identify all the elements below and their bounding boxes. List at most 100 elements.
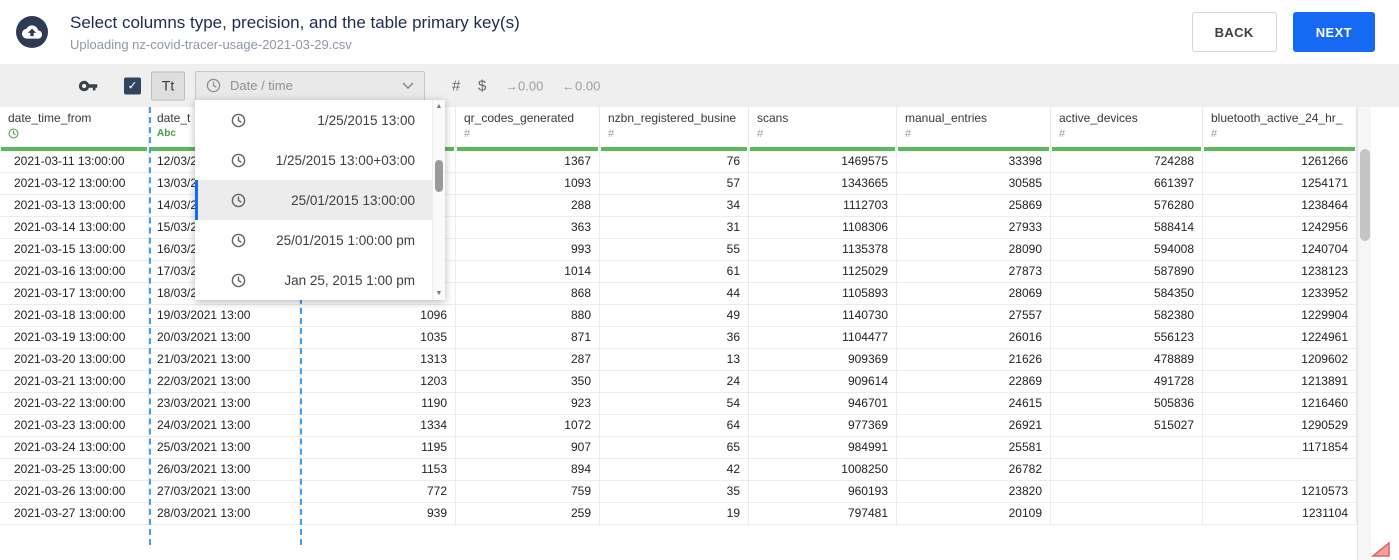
table-cell[interactable]: 871 [456, 327, 600, 349]
table-cell[interactable]: 1096 [300, 305, 456, 327]
table-cell[interactable]: 54 [600, 393, 749, 415]
column-header-bluetooth_active_24_hr_[interactable]: bluetooth_active_24_hr_ # [1203, 107, 1357, 151]
currency-type-button[interactable]: $ [478, 77, 486, 94]
table-cell[interactable]: 1242956 [1203, 217, 1357, 239]
table-cell[interactable]: 23/03/2021 13:00 [149, 393, 300, 415]
table-cell[interactable]: 49 [600, 305, 749, 327]
table-cell[interactable]: 478889 [1051, 349, 1203, 371]
table-cell[interactable]: 2021-03-14 13:00:00 [0, 217, 149, 239]
table-cell[interactable]: 1203 [300, 371, 456, 393]
vertical-scrollbar[interactable] [1357, 107, 1371, 560]
date-format-option[interactable]: 1/25/2015 13:00+03:00 [195, 140, 445, 180]
table-cell[interactable]: 21626 [897, 349, 1051, 371]
table-cell[interactable]: 13 [600, 349, 749, 371]
table-cell[interactable] [1051, 459, 1203, 481]
table-cell[interactable]: 797481 [749, 503, 897, 525]
column-header-qr_codes_generated[interactable]: qr_codes_generated # [456, 107, 600, 151]
table-cell[interactable]: 2021-03-23 13:00:00 [0, 415, 149, 437]
table-cell[interactable]: 923 [456, 393, 600, 415]
table-cell[interactable]: 939 [300, 503, 456, 525]
table-cell[interactable]: 1238123 [1203, 261, 1357, 283]
table-cell[interactable]: 288 [456, 195, 600, 217]
table-cell[interactable]: 868 [456, 283, 600, 305]
table-cell[interactable]: 31 [600, 217, 749, 239]
table-cell[interactable]: 984991 [749, 437, 897, 459]
table-cell[interactable]: 894 [456, 459, 600, 481]
table-cell[interactable] [1051, 503, 1203, 525]
table-cell[interactable]: 363 [456, 217, 600, 239]
table-cell[interactable]: 2021-03-26 13:00:00 [0, 481, 149, 503]
table-cell[interactable]: 34 [600, 195, 749, 217]
table-cell[interactable]: 1104477 [749, 327, 897, 349]
table-cell[interactable]: 2021-03-12 13:00:00 [0, 173, 149, 195]
table-cell[interactable]: 57 [600, 173, 749, 195]
table-cell[interactable]: 22/03/2021 13:00 [149, 371, 300, 393]
column-enabled-checkbox[interactable]: ✓ [124, 77, 141, 94]
text-type-button[interactable]: Tt [151, 71, 185, 100]
table-cell[interactable]: 25581 [897, 437, 1051, 459]
next-button[interactable]: NEXT [1292, 12, 1375, 52]
table-cell[interactable]: 1229904 [1203, 305, 1357, 327]
date-format-option[interactable]: 25/01/2015 1:00:00 pm [195, 220, 445, 260]
table-cell[interactable]: 724288 [1051, 151, 1203, 173]
table-cell[interactable]: 259 [456, 503, 600, 525]
decrease-precision-button[interactable]: ←0.00 [562, 78, 600, 93]
table-cell[interactable]: 26782 [897, 459, 1051, 481]
table-cell[interactable]: 20/03/2021 13:00 [149, 327, 300, 349]
table-cell[interactable]: 1035 [300, 327, 456, 349]
table-cell[interactable]: 25/03/2021 13:00 [149, 437, 300, 459]
table-cell[interactable]: 1072 [456, 415, 600, 437]
column-header-date_time_from[interactable]: date_time_from [0, 107, 149, 151]
table-cell[interactable]: 1190 [300, 393, 456, 415]
table-cell[interactable] [1051, 437, 1203, 459]
table-cell[interactable]: 2021-03-13 13:00:00 [0, 195, 149, 217]
table-cell[interactable]: 1238464 [1203, 195, 1357, 217]
table-cell[interactable]: 26016 [897, 327, 1051, 349]
table-cell[interactable]: 1140730 [749, 305, 897, 327]
table-cell[interactable]: 1261266 [1203, 151, 1357, 173]
table-cell[interactable] [1051, 481, 1203, 503]
table-cell[interactable]: 515027 [1051, 415, 1203, 437]
table-cell[interactable]: 977369 [749, 415, 897, 437]
table-cell[interactable]: 880 [456, 305, 600, 327]
scroll-down-icon[interactable]: ▼ [433, 290, 445, 297]
table-cell[interactable]: 2021-03-11 13:00:00 [0, 151, 149, 173]
table-cell[interactable]: 907 [456, 437, 600, 459]
table-cell[interactable]: 1108306 [749, 217, 897, 239]
table-cell[interactable]: 28090 [897, 239, 1051, 261]
table-cell[interactable]: 1210573 [1203, 481, 1357, 503]
table-cell[interactable]: 42 [600, 459, 749, 481]
table-cell[interactable]: 1171854 [1203, 437, 1357, 459]
table-cell[interactable]: 28/03/2021 13:00 [149, 503, 300, 525]
date-format-option[interactable]: 25/01/2015 13:00:00 [195, 180, 445, 220]
table-cell[interactable]: 24615 [897, 393, 1051, 415]
table-cell[interactable]: 65 [600, 437, 749, 459]
table-cell[interactable]: 21/03/2021 13:00 [149, 349, 300, 371]
table-cell[interactable]: 27/03/2021 13:00 [149, 481, 300, 503]
table-cell[interactable]: 491728 [1051, 371, 1203, 393]
table-cell[interactable]: 2021-03-18 13:00:00 [0, 305, 149, 327]
table-cell[interactable]: 55 [600, 239, 749, 261]
table-cell[interactable]: 24 [600, 371, 749, 393]
table-cell[interactable]: 1334 [300, 415, 456, 437]
table-cell[interactable]: 2021-03-27 13:00:00 [0, 503, 149, 525]
table-cell[interactable]: 76 [600, 151, 749, 173]
primary-key-icon[interactable] [78, 75, 99, 96]
table-cell[interactable]: 27933 [897, 217, 1051, 239]
table-cell[interactable]: 576280 [1051, 195, 1203, 217]
table-cell[interactable]: 27557 [897, 305, 1051, 327]
date-format-dropdown[interactable]: Date / time [195, 70, 425, 101]
table-cell[interactable]: 1367 [456, 151, 600, 173]
table-cell[interactable]: 1231104 [1203, 503, 1357, 525]
menu-scroll-thumb[interactable] [435, 160, 443, 192]
table-cell[interactable]: 1014 [456, 261, 600, 283]
scroll-up-icon[interactable]: ▲ [433, 103, 445, 110]
table-cell[interactable]: 1240704 [1203, 239, 1357, 261]
table-cell[interactable]: 36 [600, 327, 749, 349]
table-cell[interactable]: 19 [600, 503, 749, 525]
table-cell[interactable]: 1213891 [1203, 371, 1357, 393]
table-cell[interactable]: 1469575 [749, 151, 897, 173]
table-cell[interactable]: 1195 [300, 437, 456, 459]
table-cell[interactable]: 1209602 [1203, 349, 1357, 371]
table-cell[interactable]: 24/03/2021 13:00 [149, 415, 300, 437]
